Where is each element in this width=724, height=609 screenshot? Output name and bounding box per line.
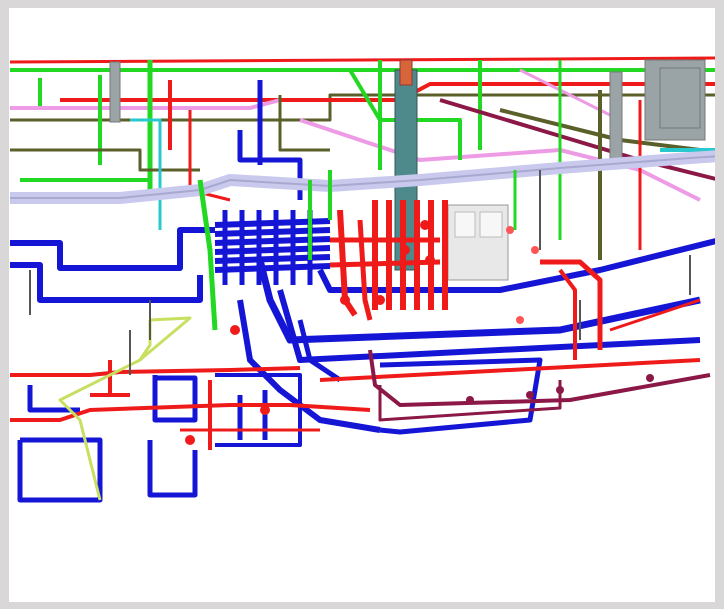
blue-manifold-pipe [214, 245, 331, 255]
orange-valve-housing [399, 59, 413, 86]
red-valve [185, 435, 195, 445]
steel-column [659, 67, 701, 129]
blue-manifold-pipe [214, 227, 331, 237]
blue-pipe [27, 385, 80, 413]
mep-pipe-network-render [9, 56, 715, 503]
steel-column [109, 61, 121, 123]
maroon-valve [466, 396, 474, 404]
maroon-valve [646, 374, 654, 382]
blue-pipe [215, 373, 302, 447]
green-pipe [197, 179, 218, 331]
red-valve [516, 316, 524, 324]
red-pipe [9, 56, 715, 64]
red-valve [531, 246, 539, 254]
blue-manifold-pipe [214, 218, 331, 228]
pipe-model-view [9, 8, 715, 602]
cyan-pipe [130, 118, 162, 230]
equipment-panel [454, 211, 476, 238]
red-valve [400, 245, 410, 255]
image-frame [0, 0, 724, 609]
blue-pipe [297, 319, 342, 383]
red-valve [506, 226, 514, 234]
olive-pipe [10, 148, 200, 172]
maroon-valve [556, 386, 564, 394]
red-valve [230, 325, 240, 335]
blue-pipe-loop [147, 440, 198, 498]
steel-column [609, 71, 623, 163]
red-valve [260, 405, 270, 415]
maroon-valve [526, 391, 534, 399]
equipment-panel [479, 211, 503, 238]
red-pipe [357, 219, 373, 321]
red-valve [340, 295, 350, 305]
red-pipe [329, 259, 441, 268]
blue-manifold-pipe [214, 254, 331, 264]
red-valve [420, 220, 430, 230]
main-duct [10, 150, 715, 204]
blue-manifold-pipe [214, 236, 331, 246]
red-valve [375, 295, 385, 305]
blue-pipe-loop [152, 375, 198, 423]
blue-manifold-pipe [214, 263, 331, 273]
red-valve [425, 255, 435, 265]
